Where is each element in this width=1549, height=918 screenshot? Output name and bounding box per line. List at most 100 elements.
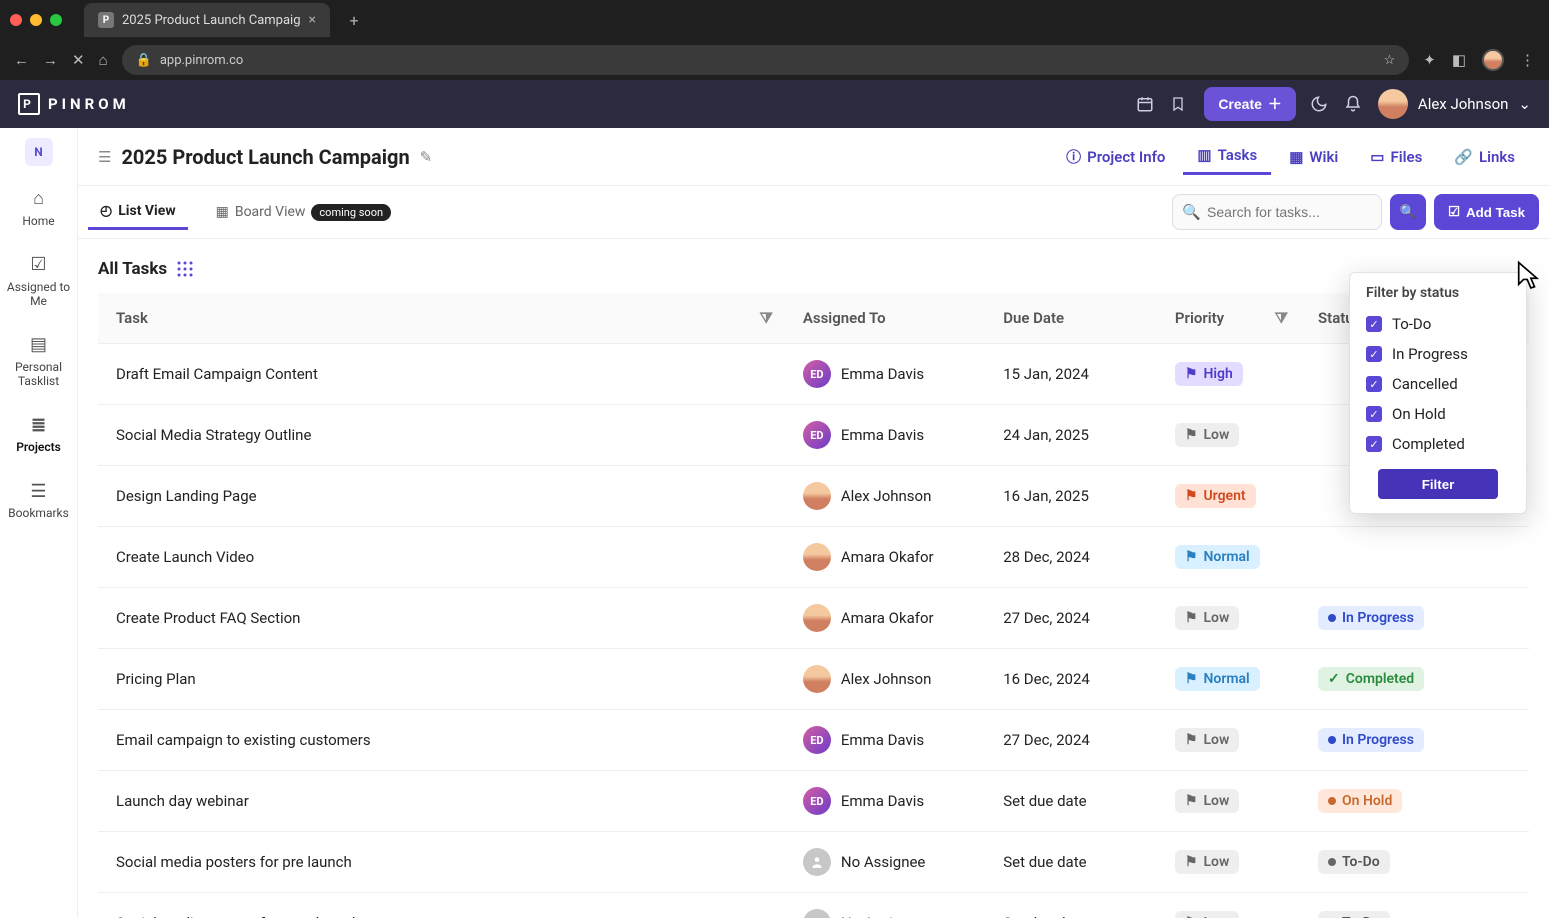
grid-toggle-icon[interactable] — [177, 261, 193, 277]
assignee-cell[interactable]: No Assignee — [803, 909, 967, 918]
sidebar-item-home[interactable]: ⌂ Home — [0, 176, 77, 240]
bell-icon[interactable] — [1344, 95, 1364, 113]
assignee-cell[interactable]: Amara Okafor — [803, 543, 967, 571]
table-row[interactable]: Launch day webinar ED Emma Davis Set due… — [98, 771, 1529, 832]
assignee-cell[interactable]: ED Emma Davis — [803, 360, 967, 388]
tab-project-info[interactable]: ⓘ Project Info — [1052, 138, 1179, 175]
status-cell[interactable] — [1300, 527, 1529, 588]
table-row[interactable]: Create Product FAQ Section Amara Okafor … — [98, 588, 1529, 649]
filter-option[interactable]: ✓Cancelled — [1360, 369, 1516, 399]
task-name-cell[interactable]: Social media posters for pre launch — [98, 832, 785, 893]
hamburger-icon[interactable]: ☰ — [98, 148, 111, 166]
filter-option[interactable]: ✓In Progress — [1360, 339, 1516, 369]
task-name-cell[interactable]: Create Launch Video — [98, 527, 785, 588]
status-cell[interactable]: ✓Completed — [1300, 649, 1529, 710]
bookmark-header-icon[interactable] — [1170, 95, 1190, 113]
view-tab-list[interactable]: ◴ List View — [88, 195, 188, 230]
edit-icon[interactable]: ✎ — [420, 148, 433, 166]
close-tab-icon[interactable]: × — [309, 12, 316, 28]
sidebar-item-assigned[interactable]: ☑ Assigned to Me — [0, 242, 77, 320]
task-name-cell[interactable]: Social Media Strategy Outline — [98, 405, 785, 466]
filter-option[interactable]: ✓To-Do — [1360, 309, 1516, 339]
new-tab-button[interactable]: + — [340, 6, 368, 34]
status-cell[interactable]: In Progress — [1300, 710, 1529, 771]
search-input[interactable] — [1172, 194, 1382, 230]
col-header-due[interactable]: Due Date — [985, 293, 1157, 344]
col-header-task[interactable]: Task ⧩ — [98, 293, 785, 344]
table-row[interactable]: Email campaign to existing customers ED … — [98, 710, 1529, 771]
user-menu[interactable]: Alex Johnson ⌄ — [1378, 89, 1531, 119]
assignee-cell[interactable]: ED Emma Davis — [803, 726, 967, 754]
status-cell[interactable]: On Hold — [1300, 771, 1529, 832]
col-header-assigned[interactable]: Assigned To — [785, 293, 985, 344]
table-row[interactable]: Social media posters for pre launch No A… — [98, 832, 1529, 893]
status-cell[interactable]: To-Do — [1300, 893, 1529, 918]
close-window-icon[interactable] — [10, 14, 22, 26]
brand-logo[interactable]: P PINROM — [18, 93, 130, 115]
filter-icon[interactable]: ⧩ — [1275, 309, 1288, 327]
table-row[interactable]: Design Landing Page Alex Johnson 16 Jan,… — [98, 466, 1529, 527]
table-row[interactable]: Create Launch Video Amara Okafor 28 Dec,… — [98, 527, 1529, 588]
due-date-cell[interactable]: 28 Dec, 2024 — [985, 527, 1157, 588]
forward-icon[interactable]: → — [43, 51, 58, 69]
assignee-cell[interactable]: ED Emma Davis — [803, 421, 967, 449]
extensions-icon[interactable]: ✦ — [1423, 51, 1436, 69]
window-controls[interactable] — [10, 14, 62, 26]
status-cell[interactable]: In Progress — [1300, 588, 1529, 649]
table-row[interactable]: Pricing Plan Alex Johnson 16 Dec, 2024 ⚑… — [98, 649, 1529, 710]
due-date-cell[interactable]: 27 Dec, 2024 — [985, 710, 1157, 771]
due-date-cell[interactable]: 15 Jan, 2024 — [985, 344, 1157, 405]
view-tab-board[interactable]: ▦ Board View coming soon — [204, 196, 403, 229]
maximize-window-icon[interactable] — [50, 14, 62, 26]
minimize-window-icon[interactable] — [30, 14, 42, 26]
sidebar-item-personal[interactable]: ▤ Personal Tasklist — [0, 322, 77, 400]
home-icon[interactable]: ⌂ — [99, 51, 108, 69]
sidebar-item-bookmarks[interactable]: ☰ Bookmarks — [0, 469, 77, 533]
task-name-cell[interactable]: Launch day webinar — [98, 771, 785, 832]
due-date-cell[interactable]: Set due date — [985, 893, 1157, 918]
browser-tab[interactable]: P 2025 Product Launch Campaig × — [84, 3, 330, 37]
due-date-cell[interactable]: 27 Dec, 2024 — [985, 588, 1157, 649]
col-header-priority[interactable]: Priority ⧩ — [1157, 293, 1300, 344]
calendar-icon[interactable] — [1136, 95, 1156, 113]
tab-files[interactable]: ▭ Files — [1356, 138, 1436, 175]
assignee-cell[interactable]: Alex Johnson — [803, 482, 967, 510]
due-date-cell[interactable]: 24 Jan, 2025 — [985, 405, 1157, 466]
search-submit-button[interactable]: 🔍 — [1390, 194, 1426, 230]
tab-links[interactable]: 🔗 Links — [1440, 138, 1529, 175]
filter-icon[interactable]: ⧩ — [759, 309, 772, 327]
sidebar-item-projects[interactable]: ≣ Projects — [0, 403, 77, 467]
star-icon[interactable]: ☆ — [1384, 53, 1396, 68]
task-name-cell[interactable]: Social media posters for post launch — [98, 893, 785, 918]
task-name-cell[interactable]: Email campaign to existing customers — [98, 710, 785, 771]
tab-wiki[interactable]: ▦ Wiki — [1275, 138, 1352, 175]
profile-avatar-icon[interactable] — [1482, 49, 1504, 71]
assignee-cell[interactable]: ED Emma Davis — [803, 787, 967, 815]
filter-option[interactable]: ✓Completed — [1360, 429, 1516, 459]
filter-option[interactable]: ✓On Hold — [1360, 399, 1516, 429]
back-icon[interactable]: ← — [14, 51, 29, 69]
add-task-button[interactable]: ☑ Add Task — [1434, 194, 1539, 230]
table-row[interactable]: Social Media Strategy Outline ED Emma Da… — [98, 405, 1529, 466]
assignee-cell[interactable]: Alex Johnson — [803, 665, 967, 693]
task-name-cell[interactable]: Design Landing Page — [98, 466, 785, 527]
due-date-cell[interactable]: 16 Dec, 2024 — [985, 649, 1157, 710]
assignee-cell[interactable]: Amara Okafor — [803, 604, 967, 632]
task-name-cell[interactable]: Create Product FAQ Section — [98, 588, 785, 649]
stop-icon[interactable]: ✕ — [72, 51, 85, 69]
workspace-switcher[interactable]: N — [25, 138, 53, 166]
panel-icon[interactable]: ◧ — [1452, 51, 1466, 69]
kebab-menu-icon[interactable]: ⋮ — [1520, 51, 1535, 69]
assignee-cell[interactable]: No Assignee — [803, 848, 967, 876]
due-date-cell[interactable]: Set due date — [985, 771, 1157, 832]
create-button[interactable]: Create ＋ — [1204, 87, 1296, 121]
due-date-cell[interactable]: Set due date — [985, 832, 1157, 893]
table-row[interactable]: Social media posters for post launch No … — [98, 893, 1529, 918]
table-row[interactable]: Draft Email Campaign Content ED Emma Dav… — [98, 344, 1529, 405]
due-date-cell[interactable]: 16 Jan, 2025 — [985, 466, 1157, 527]
tab-tasks[interactable]: ▥ Tasks — [1183, 138, 1271, 175]
status-cell[interactable]: To-Do — [1300, 832, 1529, 893]
url-bar[interactable]: 🔒 app.pinrom.co ☆ — [122, 45, 1410, 75]
apply-filter-button[interactable]: Filter — [1378, 469, 1498, 499]
task-name-cell[interactable]: Draft Email Campaign Content — [98, 344, 785, 405]
